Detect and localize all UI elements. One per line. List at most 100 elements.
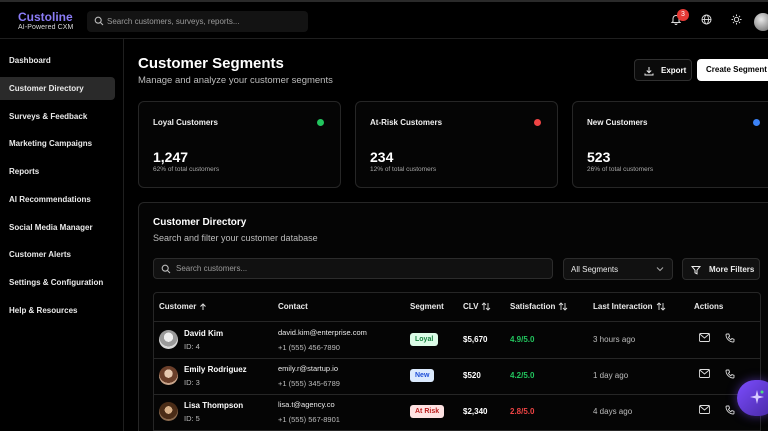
mail-icon[interactable] xyxy=(699,369,710,378)
sort-icon xyxy=(656,302,665,312)
card-loyal-customers: Loyal Customers 1,247 62% of total custo… xyxy=(138,101,341,188)
customer-search[interactable] xyxy=(153,258,553,279)
sidebar-item-dashboard[interactable]: Dashboard xyxy=(0,49,115,72)
sparkle-icon xyxy=(750,390,764,404)
download-icon xyxy=(644,67,654,76)
segment-badge: At Risk xyxy=(410,405,445,418)
filter-icon xyxy=(691,266,701,275)
directory-title: Customer Directory xyxy=(153,217,247,228)
column-header-last-interaction[interactable]: Last Interaction xyxy=(593,293,666,321)
phone-icon[interactable] xyxy=(725,369,735,379)
last-interaction: 1 day ago xyxy=(593,371,629,380)
customer-satisfaction: 4.9/5.0 xyxy=(510,335,535,344)
more-filters-button[interactable]: More Filters xyxy=(682,258,760,280)
customer-satisfaction: 2.8/5.0 xyxy=(510,407,535,416)
customer-phone: +1 (555) 456-7890 xyxy=(278,343,340,352)
sidebar-item-settings[interactable]: Settings & Configuration xyxy=(0,271,115,294)
status-dot xyxy=(534,119,541,126)
segment-badge: New xyxy=(410,369,435,382)
column-header-customer[interactable]: Customer xyxy=(159,293,207,321)
customer-name: Lisa Thompson xyxy=(184,401,244,410)
global-search-input[interactable] xyxy=(107,11,302,32)
export-button[interactable]: Export xyxy=(634,59,692,81)
column-header-clv[interactable]: CLV xyxy=(463,293,491,321)
mail-icon[interactable] xyxy=(699,405,710,414)
search-icon xyxy=(161,264,171,274)
sidebar-item-surveys-feedback[interactable]: Surveys & Feedback xyxy=(0,105,115,128)
page-subtitle: Manage and analyze your customer segment… xyxy=(138,75,333,86)
customer-name: Emily Rodriguez xyxy=(184,365,247,374)
segment-badge: Loyal xyxy=(410,333,439,346)
customer-directory-panel: Customer Directory Search and filter you… xyxy=(138,202,768,431)
table-row[interactable]: Emily Rodriguez ID: 3 emily.r@startup.io… xyxy=(154,358,760,394)
page-title: Customer Segments xyxy=(138,55,284,72)
top-bar: Custoline AI-Powered CXM 3 xyxy=(0,0,768,39)
globe-icon[interactable] xyxy=(701,14,712,25)
customer-clv: $520 xyxy=(463,371,481,380)
card-value: 234 xyxy=(370,149,394,165)
customer-email: lisa.t@agency.co xyxy=(278,400,335,409)
column-header-actions: Actions xyxy=(694,302,724,311)
customer-email: emily.r@startup.io xyxy=(278,364,338,373)
card-new-customers: New Customers 523 26% of total customers xyxy=(572,101,768,188)
sort-icon xyxy=(482,302,491,312)
sidebar: Dashboard Customer Directory Surveys & F… xyxy=(0,39,124,431)
segment-select-value: All Segments xyxy=(571,265,619,274)
card-at-risk-customers: At-Risk Customers 234 12% of total custo… xyxy=(355,101,558,188)
card-value: 523 xyxy=(587,149,611,165)
search-icon xyxy=(94,16,104,26)
chevron-down-icon xyxy=(656,267,664,272)
phone-icon[interactable] xyxy=(725,333,735,343)
sidebar-item-customer-directory[interactable]: Customer Directory xyxy=(0,77,115,100)
sort-icon xyxy=(559,302,568,312)
sidebar-item-ai-recommendations[interactable]: AI Recommendations xyxy=(0,188,115,211)
customer-table: Customer Contact Segment CLV Satisfactio… xyxy=(153,292,761,431)
global-search[interactable] xyxy=(87,11,308,32)
customer-satisfaction: 4.2/5.0 xyxy=(510,371,535,380)
sidebar-item-social-media-manager[interactable]: Social Media Manager xyxy=(0,216,115,239)
card-title: At-Risk Customers xyxy=(370,118,443,127)
customer-id: ID: 4 xyxy=(184,342,200,351)
sidebar-item-marketing-campaigns[interactable]: Marketing Campaigns xyxy=(0,132,115,155)
more-filters-label: More Filters xyxy=(709,265,755,274)
customer-name: David Kim xyxy=(184,329,224,338)
ai-assistant-button[interactable] xyxy=(737,380,768,416)
column-header-satisfaction[interactable]: Satisfaction xyxy=(510,293,568,321)
card-value: 1,247 xyxy=(153,149,189,165)
card-percentage: 26% of total customers xyxy=(587,166,654,173)
brand-tagline: AI-Powered CXM xyxy=(18,24,74,31)
avatar xyxy=(159,330,178,349)
last-interaction: 3 hours ago xyxy=(593,335,636,344)
card-title: New Customers xyxy=(587,118,648,127)
sidebar-item-help[interactable]: Help & Resources xyxy=(0,299,115,322)
create-segment-button[interactable]: Create Segment xyxy=(697,59,768,81)
user-avatar[interactable] xyxy=(754,13,768,31)
status-dot xyxy=(753,119,760,126)
card-percentage: 62% of total customers xyxy=(153,166,220,173)
customer-clv: $5,670 xyxy=(463,335,488,344)
status-dot xyxy=(317,119,324,126)
brand-name: Custoline xyxy=(18,10,73,24)
customer-phone: +1 (555) 567-8901 xyxy=(278,415,340,424)
brand-logo[interactable]: Custoline AI-Powered CXM xyxy=(18,11,73,32)
mail-icon[interactable] xyxy=(699,333,710,342)
card-title: Loyal Customers xyxy=(153,118,218,127)
export-label: Export xyxy=(661,66,687,75)
sidebar-item-reports[interactable]: Reports xyxy=(0,160,115,183)
phone-icon[interactable] xyxy=(725,405,735,415)
table-row[interactable]: Lisa Thompson ID: 5 lisa.t@agency.co +1 … xyxy=(154,394,760,430)
directory-subtitle: Search and filter your customer database xyxy=(153,233,318,243)
segment-select[interactable]: All Segments xyxy=(563,258,673,280)
customer-search-input[interactable] xyxy=(176,259,546,278)
sidebar-item-customer-alerts[interactable]: Customer Alerts xyxy=(0,243,115,266)
sun-icon[interactable] xyxy=(731,14,742,25)
customer-id: ID: 5 xyxy=(184,414,200,423)
customer-phone: +1 (555) 345-6789 xyxy=(278,379,340,388)
customer-id: ID: 3 xyxy=(184,378,200,387)
column-header-segment: Segment xyxy=(410,302,444,311)
table-row[interactable]: David Kim ID: 4 david.kim@enterprise.com… xyxy=(154,322,760,358)
arrow-up-icon xyxy=(200,303,207,310)
column-header-contact: Contact xyxy=(278,302,308,311)
avatar xyxy=(159,366,178,385)
card-percentage: 12% of total customers xyxy=(370,166,437,173)
